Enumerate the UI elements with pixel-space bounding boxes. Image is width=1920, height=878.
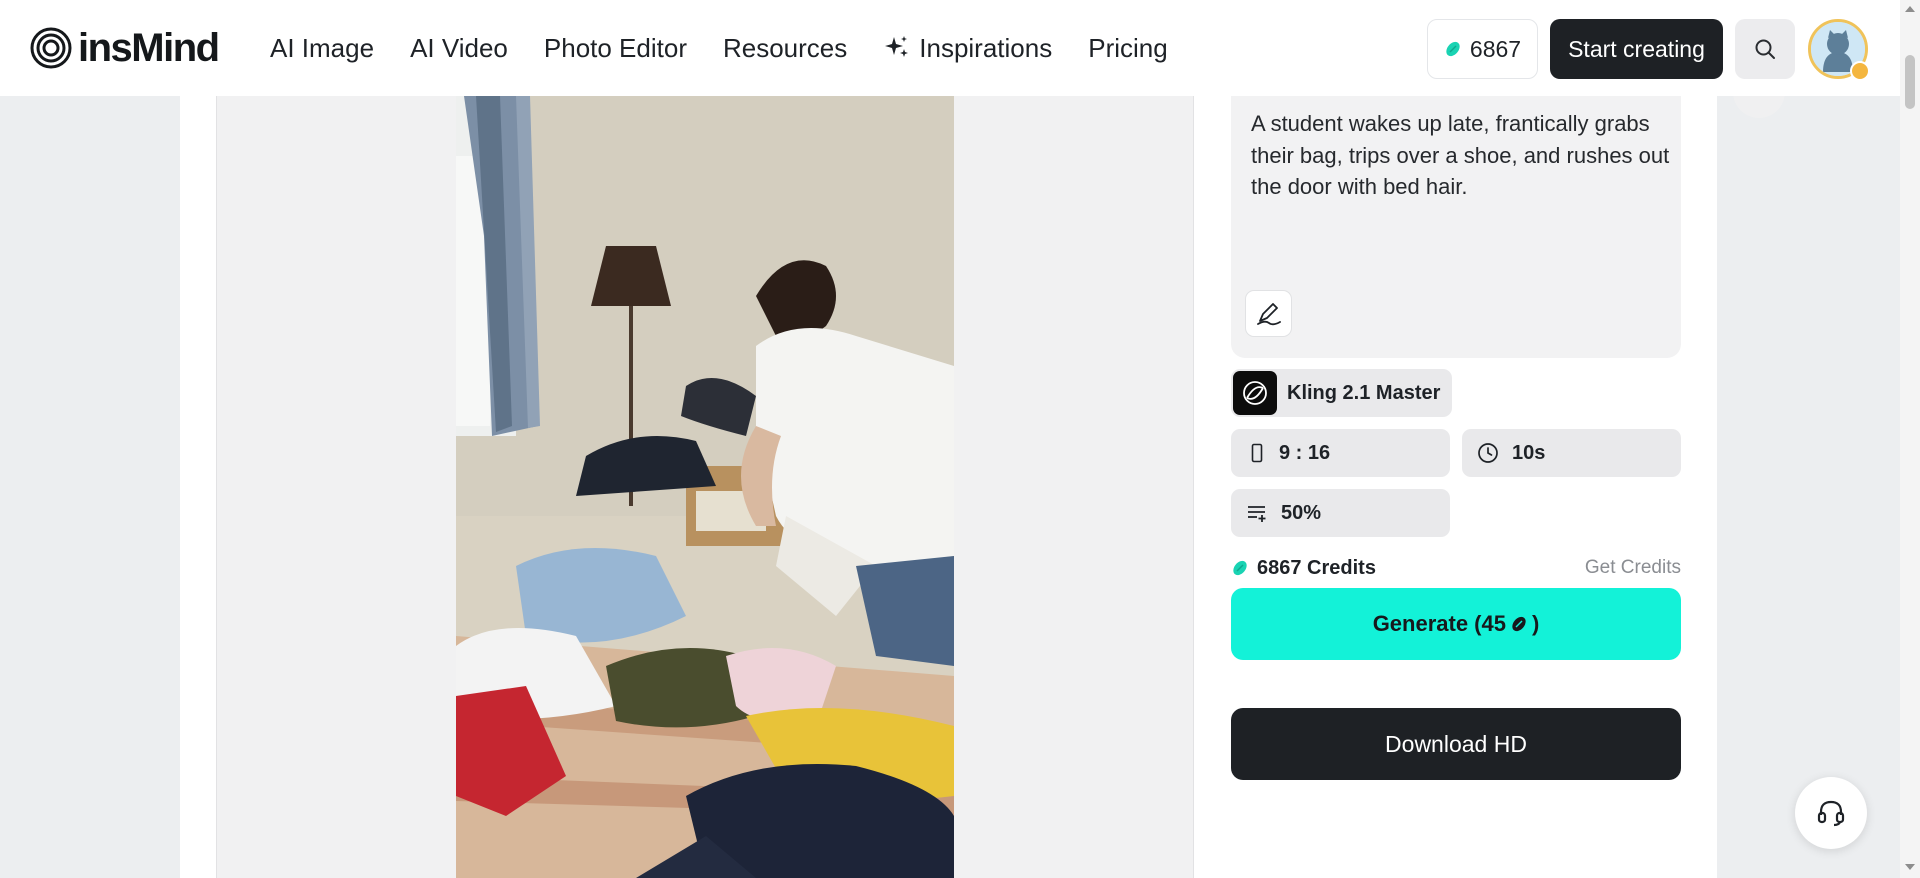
scroll-down-arrow-icon[interactable] (1905, 864, 1915, 870)
duration-value: 10s (1512, 441, 1546, 464)
main-nav: AI Image AI Video Photo Editor Resources… (270, 0, 1204, 96)
top-navigation-bar: insMind AI Image AI Video Photo Editor R… (0, 0, 1900, 96)
nav-resources[interactable]: Resources (723, 33, 847, 64)
duration-selector[interactable]: 10s (1462, 429, 1681, 477)
nav-label: Photo Editor (543, 32, 687, 63)
insmind-logo-icon (30, 27, 72, 69)
clock-icon (1478, 443, 1498, 463)
logo-text: insMind (78, 26, 220, 70)
start-creating-button[interactable]: Start creating (1550, 19, 1723, 79)
scroll-thumb[interactable] (1905, 55, 1915, 109)
credits-count: 6867 (1469, 35, 1522, 62)
nav-ai-image[interactable]: AI Image (270, 33, 374, 64)
support-chat-button[interactable] (1795, 777, 1867, 849)
generate-label: Generate (45 (1372, 611, 1506, 636)
get-credits-link[interactable]: Get Credits (1585, 557, 1681, 579)
video-thumbnail-image (456, 96, 954, 878)
nav-photo-editor[interactable]: Photo Editor (544, 33, 687, 64)
model-name: Kling 2.1 Master (1287, 381, 1441, 404)
nav-ai-video[interactable]: AI Video (410, 33, 508, 64)
prompt-box[interactable]: A student wakes up late, frantically gra… (1231, 96, 1681, 358)
credits-balance-text: 6867 Credits (1257, 556, 1376, 579)
model-selector[interactable]: Kling 2.1 Master (1231, 369, 1452, 417)
avatar-crown-badge (1850, 61, 1870, 81)
page-scrollbar[interactable] (1900, 0, 1920, 878)
search-icon (1755, 39, 1775, 59)
headset-icon (1817, 800, 1845, 827)
credit-bean-icon (1233, 560, 1247, 576)
nav-label: AI Image (270, 32, 375, 63)
credits-balance: 6867 Credits (1231, 557, 1376, 580)
prompt-edit-button[interactable] (1245, 290, 1292, 337)
strength-selector[interactable]: 50% (1231, 489, 1450, 537)
nav-pricing[interactable]: Pricing (1088, 33, 1167, 64)
generate-label-suffix: ) (1531, 611, 1540, 636)
generated-video-preview[interactable] (456, 96, 954, 878)
download-hd-button[interactable]: Download HD (1231, 708, 1681, 780)
scroll-up-arrow-icon[interactable] (1905, 6, 1915, 12)
strength-value: 50% (1281, 501, 1322, 524)
prompt-text[interactable]: A student wakes up late, frantically gra… (1251, 108, 1671, 203)
kling-logo-icon (1233, 371, 1277, 415)
credit-bean-icon (1512, 616, 1526, 632)
list-adjust-icon (1248, 506, 1266, 522)
nav-label: Resources (722, 32, 848, 63)
pen-edit-icon (1256, 302, 1281, 325)
nav-label: Pricing (1088, 32, 1168, 63)
sparkle-icon (885, 36, 909, 57)
aspect-ratio-selector[interactable]: 9 : 16 (1231, 429, 1450, 477)
nav-label: AI Video (410, 32, 508, 63)
credits-row: 6867 Credits Get Credits (1231, 555, 1681, 581)
generate-button[interactable]: Generate (45 ) (1231, 588, 1681, 660)
logo[interactable]: insMind (30, 26, 220, 70)
nav-label: Inspirations (919, 32, 1053, 63)
aspect-ratio-value: 9 : 16 (1279, 441, 1331, 464)
search-button[interactable] (1735, 19, 1795, 79)
portrait-ratio-icon (1251, 443, 1263, 463)
credits-balance-button[interactable]: 6867 (1427, 19, 1538, 79)
nav-inspirations[interactable]: Inspirations (883, 33, 1052, 64)
credit-bean-icon (1446, 41, 1460, 57)
